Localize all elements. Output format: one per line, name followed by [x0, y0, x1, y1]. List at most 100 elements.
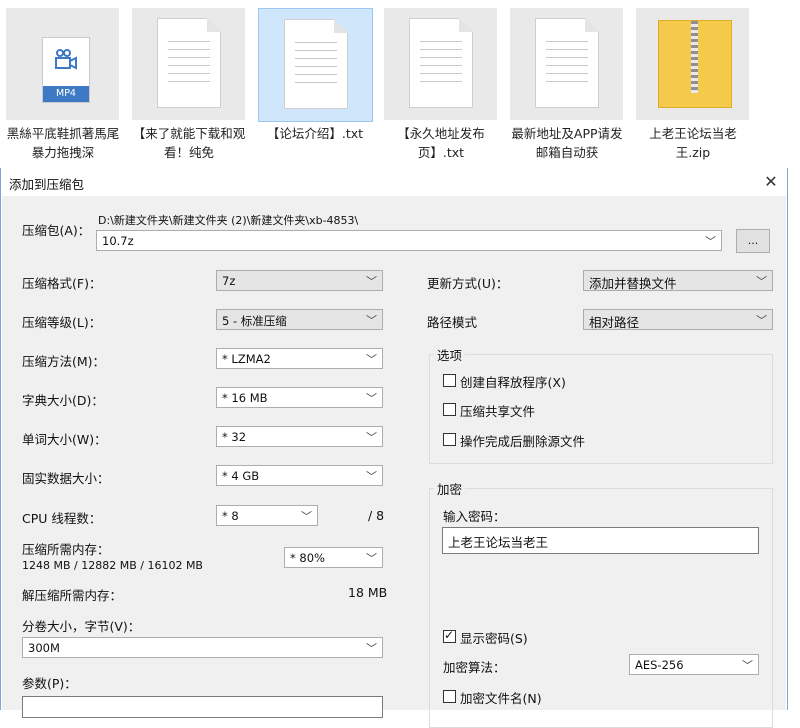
text-file-icon [409, 18, 473, 108]
pathmode-label: 路径模式 [427, 315, 478, 330]
update-label: 更新方式(U)： [427, 276, 509, 291]
mem-detail: 1248 MB / 12882 MB / 16102 MB [22, 559, 203, 572]
update-value: 添加并替换文件 [589, 276, 677, 291]
text-file-icon [535, 18, 599, 108]
shared-label: 压缩共享文件 [460, 404, 536, 419]
file-item-zip[interactable]: 上老王论坛当老王.zip [633, 6, 753, 168]
text-file-icon [157, 18, 221, 108]
solid-label: 固实数据大小： [22, 471, 110, 486]
chevron-down-icon: ﹀ [366, 552, 377, 565]
threads-value: * 8 [222, 509, 239, 523]
browse-button[interactable]: ... [736, 229, 770, 253]
volume-combo[interactable]: 300M ﹀ [22, 637, 383, 658]
shared-checkbox[interactable] [443, 403, 456, 416]
file-name: 最新地址及APP请发邮箱自动获 [511, 126, 623, 160]
volume-label: 分卷大小，字节(V)： [22, 619, 141, 634]
dict-value: * 16 MB [222, 391, 268, 405]
mem-percent-select[interactable]: * 80% ﹀ [284, 547, 383, 568]
pathmode-select[interactable]: 相对路径 ﹀ [583, 309, 773, 330]
mp4-badge: MP4 [43, 86, 89, 102]
show-password-checkbox[interactable] [443, 628, 456, 643]
file-name: 【永久地址发布页】.txt [397, 126, 485, 160]
enc-method-label: 加密算法： [443, 660, 506, 675]
file-list: MP4 黑絲平底鞋抓著馬尾暴力拖拽深 【来了就能下载和观看！纯免 【论坛介绍】.… [0, 0, 800, 168]
chevron-down-icon: ﹀ [366, 392, 377, 405]
encrypt-names-checkbox[interactable] [443, 690, 456, 703]
file-name: 黑絲平底鞋抓著馬尾暴力拖拽深 [6, 126, 120, 160]
chevron-down-icon: ﹀ [756, 314, 767, 327]
mem-label: 压缩所需内存： [22, 542, 110, 557]
chevron-down-icon: ﹀ [756, 275, 767, 288]
file-item-txt[interactable]: 【永久地址发布页】.txt [381, 6, 501, 168]
zip-folder-icon [658, 20, 732, 108]
encryption-title: 加密 [434, 479, 466, 498]
method-label: 压缩方法(M)： [22, 354, 106, 369]
delete-source-checkbox[interactable] [443, 433, 456, 446]
method-select[interactable]: * LZMA2 ﹀ [216, 348, 383, 369]
level-select[interactable]: 5 - 标准压缩 ﹀ [216, 309, 383, 330]
word-select[interactable]: * 32 ﹀ [216, 426, 383, 447]
file-thumbnail: MP4 [6, 8, 119, 120]
sfx-checkbox[interactable] [443, 374, 456, 387]
file-name: 上老王论坛当老王.zip [649, 126, 737, 160]
enc-method-select[interactable]: AES-256 ﹀ [629, 654, 759, 675]
word-label: 单词大小(W)： [22, 432, 107, 447]
show-password-label: 显示密码(S) [460, 631, 528, 646]
chevron-down-icon: ﹀ [366, 431, 377, 444]
close-icon[interactable]: ✕ [756, 168, 786, 196]
password-input[interactable]: 上老王论坛当老王 [442, 527, 759, 554]
archive-name-combo[interactable]: 10.7z ﹀ [96, 230, 722, 251]
file-thumbnail [132, 8, 245, 120]
file-thumbnail [510, 8, 623, 120]
chevron-down-icon: ﹀ [366, 642, 377, 655]
dialog-title: 添加到压缩包 [9, 177, 85, 192]
file-item-txt[interactable]: 最新地址及APP请发邮箱自动获 [507, 6, 627, 168]
password-value: 上老王论坛当老王 [448, 535, 549, 550]
level-label: 压缩等级(L)： [22, 315, 102, 330]
sfx-label: 创建自释放程序(X) [460, 375, 566, 390]
video-file-icon: MP4 [42, 37, 90, 103]
decomp-label: 解压缩所需内存： [22, 588, 123, 603]
solid-select[interactable]: * 4 GB ﹀ [216, 465, 383, 486]
update-select[interactable]: 添加并替换文件 ﹀ [583, 270, 773, 291]
enc-method-value: AES-256 [635, 658, 684, 672]
dict-select[interactable]: * 16 MB ﹀ [216, 387, 383, 408]
chevron-down-icon: ﹀ [366, 353, 377, 366]
format-value: 7z [222, 274, 236, 288]
word-value: * 32 [222, 430, 247, 444]
file-thumbnail [384, 8, 497, 120]
password-label: 输入密码： [443, 509, 506, 524]
threads-select[interactable]: * 8 ﹀ [216, 505, 318, 526]
params-input[interactable] [22, 696, 383, 718]
file-item-mp4[interactable]: MP4 黑絲平底鞋抓著馬尾暴力拖拽深 [3, 6, 123, 168]
file-name: 【来了就能下载和观看！纯免 [132, 126, 246, 160]
add-to-archive-dialog: 添加到压缩包 ✕ 压缩包(A)： D:\新建文件夹\新建文件夹 (2)\新建文件… [0, 168, 788, 728]
archive-name: 10.7z [102, 234, 134, 248]
mem-percent-value: * 80% [290, 551, 325, 565]
chevron-down-icon: ﹀ [366, 314, 377, 327]
decomp-value: 18 MB [348, 585, 388, 600]
file-item-txt[interactable]: 【来了就能下载和观看！纯免 [129, 6, 249, 168]
file-thumbnail [636, 8, 749, 120]
chevron-down-icon: ﹀ [366, 275, 377, 288]
params-label: 参数(P)： [22, 676, 77, 691]
chevron-down-icon: ﹀ [301, 510, 312, 523]
format-select[interactable]: 7z ﹀ [216, 270, 383, 291]
level-value: 5 - 标准压缩 [222, 314, 287, 328]
archive-label: 压缩包(A)： [22, 223, 91, 238]
options-title: 选项 [434, 345, 466, 364]
archive-path: D:\新建文件夹\新建文件夹 (2)\新建文件夹\xb-4853\ [98, 214, 359, 227]
threads-label: CPU 线程数： [22, 511, 102, 526]
chevron-down-icon: ﹀ [705, 235, 716, 248]
encrypt-names-label: 加密文件名(N) [460, 691, 542, 706]
chevron-down-icon: ﹀ [742, 659, 753, 672]
threads-max: / 8 [368, 508, 385, 523]
chevron-down-icon: ﹀ [366, 470, 377, 483]
dialog-body: 压缩包(A)： D:\新建文件夹\新建文件夹 (2)\新建文件夹\xb-4853… [2, 196, 786, 728]
file-item-txt-selected[interactable]: 【论坛介绍】.txt [255, 6, 375, 168]
pathmode-value: 相对路径 [589, 315, 640, 330]
method-value: * LZMA2 [222, 352, 271, 366]
volume-value: 300M [28, 641, 60, 655]
solid-value: * 4 GB [222, 469, 260, 483]
dict-label: 字典大小(D)： [22, 393, 104, 408]
